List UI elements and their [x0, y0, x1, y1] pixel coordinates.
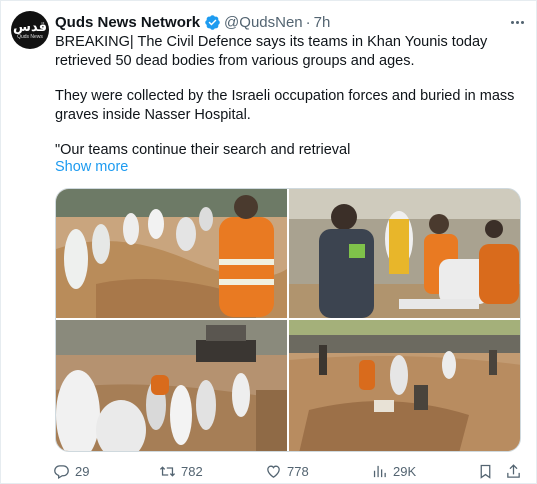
photo-2[interactable]	[289, 189, 520, 318]
bookmark-icon	[480, 464, 491, 479]
tweet-text-paragraph-2: They were collected by the Israeli occup…	[55, 88, 515, 123]
media-grid	[55, 188, 521, 452]
avatar[interactable]: قدس Quds News	[11, 11, 49, 49]
more-dot	[510, 20, 514, 24]
tweet-text-paragraph-3: "Our teams continue their search and ret…	[55, 142, 351, 158]
bookmark-button[interactable]	[477, 461, 494, 481]
views-count: 29K	[393, 463, 417, 479]
avatar-logo-text: قدس	[13, 19, 47, 35]
heart-icon	[267, 465, 280, 478]
tweet-timestamp[interactable]: 7h	[314, 14, 331, 31]
views-button[interactable]: 29K	[371, 461, 416, 481]
views-bar-chart-icon	[373, 465, 386, 477]
account-name[interactable]: Quds News Network	[55, 14, 200, 31]
reply-count: 29	[75, 463, 90, 479]
photo-3[interactable]	[56, 320, 287, 451]
repost-icon	[159, 465, 176, 477]
avatar-sub-text: Quds News	[17, 33, 43, 40]
repost-count: 782	[181, 463, 203, 479]
separator-dot: ·	[305, 13, 311, 31]
verified-badge-icon	[204, 14, 221, 31]
tweet-header: Quds News Network @QudsNen · 7h	[55, 12, 330, 32]
tweet-card[interactable]: قدس Quds News Quds News Network @QudsNen…	[0, 0, 537, 484]
like-count: 778	[287, 463, 309, 479]
reply-button[interactable]: 29	[53, 461, 89, 481]
more-dot	[520, 20, 524, 24]
photo-1[interactable]	[56, 189, 287, 318]
share-button[interactable]	[505, 461, 522, 481]
like-button[interactable]: 778	[265, 461, 309, 481]
tweet-text-paragraph-1: BREAKING| The Civil Defence says its tea…	[55, 34, 488, 69]
more-options-icon[interactable]	[507, 13, 527, 31]
photo-4[interactable]	[289, 320, 520, 451]
more-dot	[515, 20, 519, 24]
account-handle[interactable]: @QudsNen	[224, 14, 303, 31]
tweet-actions: 29 782 778 29K	[53, 461, 523, 481]
share-icon	[507, 463, 520, 478]
repost-button[interactable]: 782	[159, 461, 203, 481]
show-more-link[interactable]: Show more	[55, 159, 128, 175]
reply-icon	[54, 464, 69, 479]
